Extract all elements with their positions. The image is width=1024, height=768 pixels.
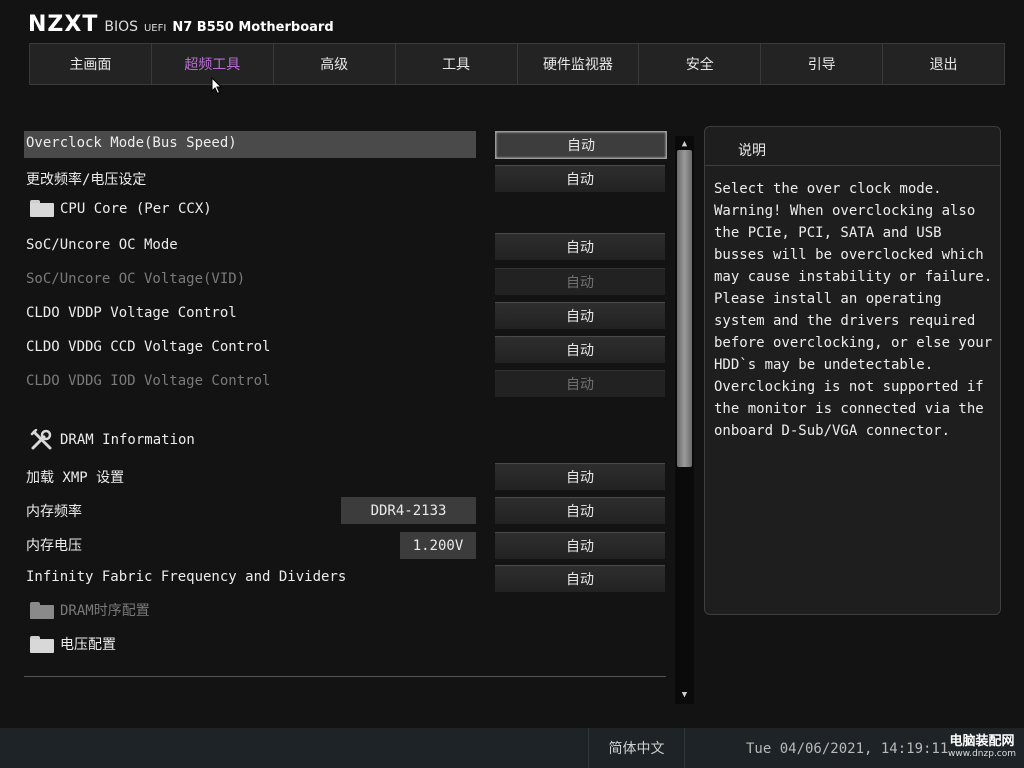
tab-tools[interactable]: 工具 (394, 43, 517, 85)
mem-voltage-value[interactable]: 自动 (495, 532, 665, 559)
dram-info-item[interactable]: DRAM Information (30, 429, 195, 451)
nzxt-logo: NZXT (28, 12, 99, 37)
cldo-vddg-ccd-label[interactable]: CLDO VDDG CCD Voltage Control (26, 339, 270, 355)
bios-label: BIOS (104, 19, 138, 35)
folder-icon (30, 635, 54, 653)
list-divider (24, 676, 666, 677)
cpu-core-submenu[interactable]: CPU Core (Per CCX) (30, 200, 212, 217)
freq-voltage-label[interactable]: 更改频率/电压设定 (26, 169, 146, 189)
infinity-fabric-label[interactable]: Infinity Fabric Frequency and Dividers (26, 569, 346, 585)
cpu-core-label: CPU Core (Per CCX) (60, 200, 212, 217)
xmp-label[interactable]: 加载 XMP 设置 (26, 467, 124, 487)
soc-oc-mode-label[interactable]: SoC/Uncore OC Mode (26, 237, 178, 253)
date-time: Tue 04/06/2021, 14:19:11 (746, 741, 949, 757)
overclock-mode-value[interactable]: 自动 (495, 131, 667, 159)
uefi-label: UEFI (143, 23, 167, 34)
help-text: Select the over clock mode. Warning! Whe… (714, 181, 993, 439)
bios-brand: NZXT BIOS UEFI N7 B550 Motherboard (28, 12, 334, 42)
tab-boot[interactable]: 引导 (760, 43, 883, 85)
folder-icon (30, 200, 54, 217)
watermark: 电脑装配网 www.dnzp.com (944, 730, 1020, 759)
mem-freq-value[interactable]: 自动 (495, 497, 665, 524)
xmp-value[interactable]: 自动 (495, 463, 665, 490)
folder-icon (30, 601, 54, 619)
mem-freq-current: DDR4-2133 (341, 497, 476, 524)
dram-info-label: DRAM Information (60, 432, 195, 448)
cldo-vddp-label[interactable]: CLDO VDDP Voltage Control (26, 305, 237, 321)
language-selector[interactable]: 简体中文 (588, 728, 685, 768)
dram-timing-submenu: DRAM时序配置 (30, 600, 150, 620)
help-title: 说明 (738, 143, 766, 159)
voltage-config-label: 电压配置 (60, 637, 116, 653)
tools-icon (30, 429, 52, 450)
soc-oc-voltage-label: SoC/Uncore OC Voltage(VID) (26, 271, 246, 287)
cldo-vddg-iod-label: CLDO VDDG IOD Voltage Control (26, 373, 271, 389)
tab-advanced[interactable]: 高级 (272, 43, 395, 85)
mem-voltage-label[interactable]: 内存电压 (26, 535, 82, 555)
tab-main[interactable]: 主画面 (29, 43, 151, 85)
tab-exit[interactable]: 退出 (882, 43, 1005, 85)
cldo-vddg-iod-value: 自动 (495, 370, 665, 397)
voltage-config-submenu[interactable]: 电压配置 (30, 634, 116, 654)
cldo-vddp-value[interactable]: 自动 (495, 302, 665, 329)
soc-oc-mode-value[interactable]: 自动 (495, 233, 665, 260)
watermark-url: www.dnzp.com (947, 749, 1017, 759)
main-tab-bar: 主画面 超频工具 高级 工具 硬件监视器 安全 引导 退出 (29, 43, 1005, 85)
cldo-vddg-ccd-value[interactable]: 自动 (495, 336, 665, 363)
motherboard-model: N7 B550 Motherboard (172, 20, 334, 35)
scroll-up-icon[interactable]: ▲ (675, 137, 694, 151)
tab-security[interactable]: 安全 (638, 43, 761, 85)
help-divider (705, 165, 1000, 166)
scrollbar-thumb[interactable] (677, 150, 692, 467)
mouse-pointer-icon (211, 77, 223, 95)
mem-voltage-current: 1.200V (400, 532, 476, 559)
dram-timing-label: DRAM时序配置 (60, 603, 150, 619)
watermark-name: 电脑装配网 (949, 734, 1015, 749)
tab-hardware-monitor[interactable]: 硬件监视器 (516, 43, 639, 85)
infinity-fabric-value[interactable]: 自动 (495, 565, 665, 592)
freq-voltage-value[interactable]: 自动 (495, 165, 665, 192)
mem-freq-label[interactable]: 内存频率 (26, 501, 82, 521)
scroll-down-icon[interactable]: ▼ (675, 688, 694, 702)
soc-oc-voltage-value: 自动 (495, 268, 665, 295)
overclock-mode-label[interactable]: Overclock Mode(Bus Speed) (26, 135, 237, 151)
